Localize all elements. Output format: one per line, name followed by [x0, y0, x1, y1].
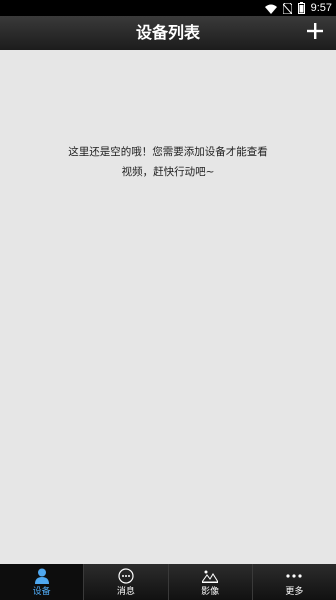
tab-label: 更多	[285, 587, 304, 597]
tab-media[interactable]: 影像	[169, 564, 253, 600]
no-sim-icon	[282, 0, 293, 18]
add-device-button[interactable]	[304, 22, 326, 44]
device-list: 这里还是空的哦！您需要添加设备才能查看 视频，赶快行动吧~	[0, 50, 336, 564]
page-title: 设备列表	[135, 23, 200, 42]
tab-more[interactable]: 更多	[253, 564, 336, 600]
bottom-tab-bar: 设备 消息 影像 更多	[0, 564, 336, 600]
tab-devices[interactable]: 设备	[0, 564, 85, 600]
tab-messages[interactable]: 消息	[84, 564, 169, 600]
plus-icon	[307, 23, 323, 43]
tab-label: 影像	[201, 587, 220, 597]
empty-state-line-1: 这里还是空的哦！您需要添加设备才能查看	[68, 146, 268, 158]
person-icon	[32, 567, 52, 585]
empty-state-line-2: 视频，赶快行动吧~	[121, 166, 215, 178]
title-bar: 设备列表	[0, 16, 336, 50]
chat-bubble-icon	[116, 567, 136, 585]
status-bar: 9:57	[0, 0, 336, 16]
status-icons: 9:57	[264, 0, 332, 18]
battery-icon	[297, 0, 305, 18]
tab-label: 消息	[116, 587, 135, 597]
tab-label: 设备	[32, 587, 51, 597]
more-dots-icon	[284, 567, 304, 585]
wifi-icon	[264, 0, 277, 18]
status-time: 9:57	[310, 2, 332, 14]
image-icon	[200, 567, 220, 585]
empty-state-message: 这里还是空的哦！您需要添加设备才能查看 视频，赶快行动吧~	[40, 142, 296, 182]
